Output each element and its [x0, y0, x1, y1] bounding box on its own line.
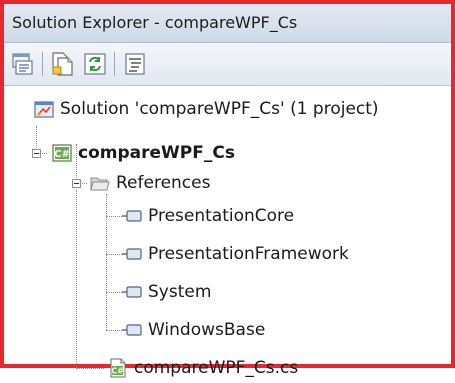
references-collapse-toggle[interactable]: [72, 179, 81, 188]
refresh-button[interactable]: [82, 51, 108, 77]
toolbar-separator: [114, 52, 115, 76]
tree-line: [106, 194, 107, 330]
solution-tree: Solution 'compareWPF_Cs' (1 project) C# …: [4, 86, 451, 378]
refresh-icon: [84, 53, 106, 75]
show-all-files-icon: [52, 52, 73, 76]
tree-line: [106, 330, 122, 331]
csharp-project-icon: C#: [52, 144, 72, 162]
toolbar-separator: [42, 52, 43, 76]
tree-item-label: PresentationCore: [148, 206, 295, 226]
tree-item-references[interactable]: References: [90, 168, 210, 198]
tree-line: [106, 292, 122, 293]
tree-item-reference[interactable]: PresentationFramework: [122, 239, 349, 269]
reference-icon: [122, 248, 142, 260]
title-bar[interactable]: Solution Explorer - compareWPF_Cs: [4, 4, 451, 43]
reference-icon: [122, 286, 142, 298]
tree-line: [76, 368, 104, 369]
csharp-file-icon: C#: [110, 358, 126, 378]
folder-open-icon: [90, 177, 110, 191]
tree-item-label: Solution 'compareWPF_Cs' (1 project): [60, 99, 379, 119]
solution-icon: [34, 101, 54, 118]
tree-item-file[interactable]: C# compareWPF_Cs.cs: [108, 353, 298, 383]
tree-item-reference[interactable]: PresentationCore: [122, 201, 294, 231]
tree-item-reference[interactable]: System: [122, 277, 211, 307]
project-collapse-toggle[interactable]: [32, 149, 41, 158]
window-title: Solution Explorer - compareWPF_Cs: [12, 13, 298, 32]
tree-item-reference[interactable]: WindowsBase: [122, 315, 265, 345]
solution-explorer-window: Solution Explorer - compareWPF_Cs Soluti…: [0, 0, 455, 378]
tree-item-project[interactable]: C# compareWPF_Cs: [52, 138, 235, 168]
properties-icon: [12, 53, 33, 75]
view-code-icon: [125, 53, 145, 75]
reference-icon: [122, 324, 142, 336]
tree-item-label: References: [116, 173, 211, 193]
tree-item-label: PresentationFramework: [148, 244, 349, 264]
tree-line: [106, 216, 122, 217]
tree-item-label: compareWPF_Cs.cs: [134, 358, 299, 378]
tree-item-label: compareWPF_Cs: [78, 143, 235, 163]
properties-button[interactable]: [10, 51, 36, 77]
svg-text:C#: C#: [54, 149, 70, 160]
toolbar: [4, 43, 451, 86]
view-code-button[interactable]: [122, 51, 148, 77]
tree-item-label: WindowsBase: [148, 320, 266, 340]
reference-icon: [122, 210, 142, 222]
tree-line: [106, 254, 122, 255]
tree-line: [76, 144, 77, 368]
tree-item-solution[interactable]: Solution 'compareWPF_Cs' (1 project): [34, 94, 379, 124]
show-all-files-button[interactable]: [50, 51, 76, 77]
tree-item-label: System: [148, 282, 212, 302]
